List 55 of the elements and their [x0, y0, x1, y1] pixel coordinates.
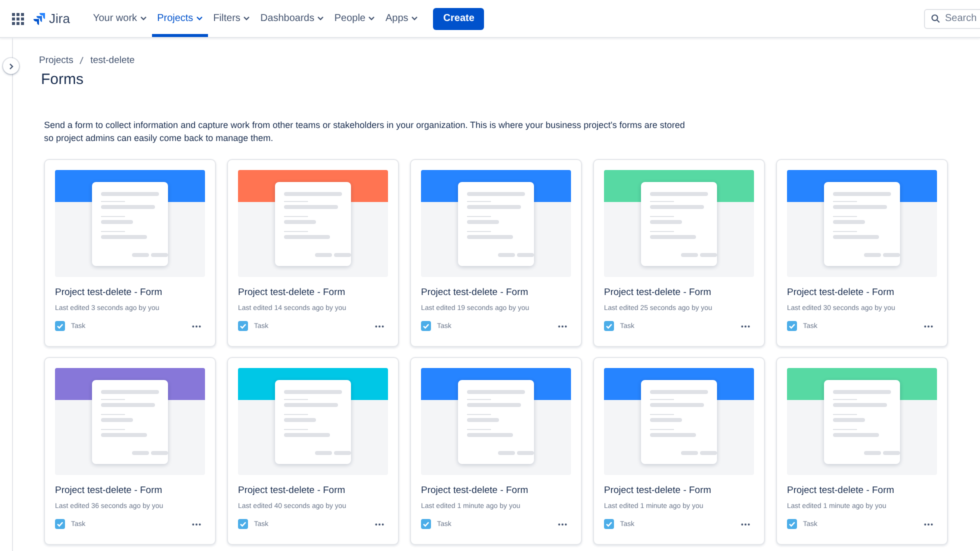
form-title: Project test-delete - Form — [238, 287, 346, 298]
chevron-down-icon — [317, 16, 324, 21]
task-icon — [604, 519, 614, 529]
search-field[interactable]: Search — [924, 8, 980, 28]
chevron-down-icon — [243, 16, 250, 21]
nav-menu[interactable]: Your work — [88, 0, 152, 37]
more-icon — [192, 522, 201, 526]
page-description: Send a form to collect information and capture work from other teams or stakeholders in your organization. This is where your business project's forms are stored so project admins can easily come back to manage them. — [44, 119, 686, 145]
task-icon — [604, 321, 614, 331]
create-button[interactable]: Create — [433, 8, 484, 30]
more-icon — [558, 522, 567, 526]
form-title: Project test-delete - Form — [604, 287, 712, 298]
more-icon — [741, 522, 750, 526]
task-icon — [421, 519, 431, 529]
more-icon — [924, 522, 933, 526]
task-icon — [787, 519, 797, 529]
more-icon — [924, 324, 933, 328]
breadcrumb-link[interactable]: test-delete — [90, 55, 135, 66]
search-icon — [931, 14, 940, 23]
more-icon — [192, 324, 201, 328]
chevron-down-icon — [196, 16, 204, 21]
nav-menu[interactable]: Filters — [208, 0, 256, 37]
nav-menu[interactable]: People — [329, 0, 380, 37]
chevron-down-icon — [411, 16, 418, 21]
nav-menu[interactable]: Projects — [152, 0, 208, 37]
task-icon — [421, 321, 431, 331]
slash-icon — [79, 56, 84, 65]
chevron-down-icon — [140, 16, 148, 21]
task-icon — [787, 321, 797, 331]
jira-logo-icon[interactable] — [33, 12, 46, 25]
task-icon — [55, 321, 65, 331]
form-title: Project test-delete - Form — [787, 287, 896, 298]
more-icon — [558, 324, 567, 328]
chevron-right-icon — [8, 62, 14, 70]
more-icon — [741, 324, 750, 328]
expand-sidebar-button[interactable] — [3, 58, 19, 74]
nav-menu[interactable]: Apps — [380, 0, 424, 37]
form-title: Project test-delete - Form — [421, 485, 530, 496]
form-title: Project test-delete - Form — [604, 485, 712, 496]
form-title: Project test-delete - Form — [787, 485, 896, 496]
form-title: Project test-delete - Form — [238, 485, 346, 496]
breadcrumb-link[interactable]: Projects — [39, 55, 74, 66]
page-title: Forms — [41, 71, 84, 88]
task-icon — [55, 519, 65, 529]
chevron-down-icon — [368, 16, 376, 21]
form-title: Project test-delete - Form — [55, 485, 164, 496]
app-switcher-icon[interactable] — [12, 12, 24, 24]
form-title: Project test-delete - Form — [421, 287, 530, 298]
task-icon — [238, 519, 248, 529]
form-title: Project test-delete - Form — [55, 287, 164, 298]
nav-menu[interactable]: Dashboards — [255, 0, 330, 37]
more-icon — [375, 522, 384, 526]
task-icon — [238, 321, 248, 331]
product-name[interactable]: Jira — [49, 11, 70, 26]
more-icon — [375, 324, 384, 328]
